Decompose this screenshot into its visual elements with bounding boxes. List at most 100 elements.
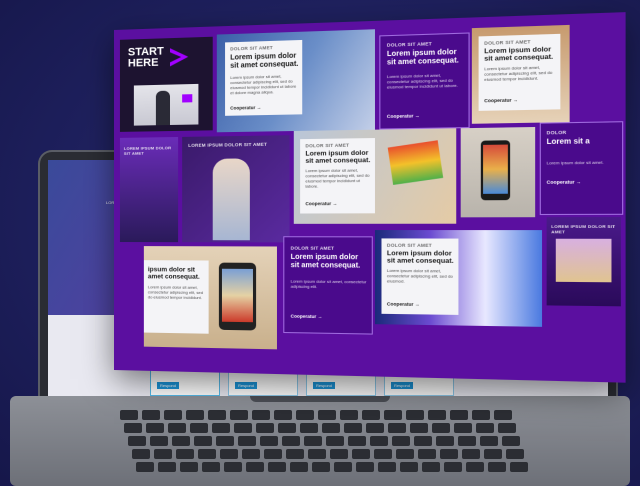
content-card[interactable]: DOLOR SIT AMET Lorem ipsum dolor sit ame…: [379, 32, 469, 129]
respond-button[interactable]: Respond: [391, 382, 413, 389]
keyboard-key: [428, 410, 446, 420]
keyboard-key: [190, 423, 208, 433]
card-title: Lorem ipsum dolor sit amet consequat.: [230, 52, 299, 70]
hero-photo-tile[interactable]: DOLOR SIT AMET Lorem ipsum dolor sit ame…: [217, 29, 375, 132]
keyboard-key: [164, 410, 182, 420]
tile-label: LOREM IPSUM DOLOR SIT AMET: [188, 142, 267, 148]
keyboard-key: [406, 410, 424, 420]
keyboard-key: [230, 410, 248, 420]
keyboard-key: [238, 436, 256, 446]
keyboard-key: [274, 410, 292, 420]
content-card[interactable]: DOLOR Lorem sit a Lorem ipsum dolor sit …: [540, 121, 623, 215]
banner-label: LOREM IPSUM DOLOR SIT AMET: [124, 145, 178, 156]
keyboard-key: [312, 462, 330, 472]
card-cta-link[interactable]: Cooperatur →: [291, 314, 323, 320]
keyboard-key: [370, 436, 388, 446]
card-cta-link[interactable]: Cooperatur →: [305, 201, 337, 206]
content-card[interactable]: DOLOR SIT AMET Lorem ipsum dolor sit ame…: [479, 34, 561, 111]
phone-game-tile[interactable]: ipsum dolor sit amet consequat. Lorem ip…: [144, 246, 277, 349]
keyboard-key: [176, 449, 194, 459]
keyboard-key: [436, 436, 454, 446]
tablet-image: [556, 239, 612, 283]
card-cta-link[interactable]: Cooperatur →: [547, 179, 582, 185]
keyboard-key: [146, 423, 164, 433]
card-cta-link[interactable]: Cooperatur →: [387, 113, 420, 119]
keyboard-key: [458, 436, 476, 446]
keyboard-key: [366, 423, 384, 433]
keyboard-key: [340, 410, 358, 420]
keyboard-key: [414, 436, 432, 446]
card-title: ipsum dolor sit amet consequat.: [148, 266, 207, 281]
start-here-line2: HERE: [128, 58, 159, 70]
banner-label: LOREM IPSUM DOLOR SIT AMET: [551, 224, 621, 235]
keyboard-key: [356, 462, 374, 472]
content-card[interactable]: DOLOR SIT AMET Lorem ipsum dolor sit ame…: [300, 138, 375, 213]
keyboard-key: [242, 449, 260, 459]
keyboard-key: [300, 423, 318, 433]
content-card[interactable]: DOLOR SIT AMET Lorem ipsum dolor sit ame…: [381, 238, 458, 314]
tablet-photo-tile[interactable]: DOLOR SIT AMET Lorem ipsum dolor sit ame…: [294, 128, 456, 224]
keyboard-key: [444, 462, 462, 472]
banner-tile[interactable]: LOREM IPSUM DOLOR SIT AMET: [120, 137, 178, 242]
keyboard-key: [286, 449, 304, 459]
keyboard-key: [308, 449, 326, 459]
keyboard-key: [502, 436, 520, 446]
card-cta-link[interactable]: Cooperatur →: [230, 105, 261, 111]
keyboard-key: [330, 449, 348, 459]
content-card[interactable]: DOLOR SIT AMET Lorem ipsum dolor sit ame…: [225, 40, 302, 116]
keyboard-key: [374, 449, 392, 459]
keyboard-key: [348, 436, 366, 446]
keyboard-key: [150, 436, 168, 446]
keyboard-key: [290, 462, 308, 472]
vr-photo-tile[interactable]: LOREM IPSUM DOLOR SIT AMET: [182, 135, 289, 242]
keyboard-key: [494, 410, 512, 420]
keyboard-key: [282, 436, 300, 446]
start-here-tile[interactable]: START HERE: [120, 37, 213, 132]
keyboard-key: [322, 423, 340, 433]
keyboard-key: [334, 462, 352, 472]
keyboard-key: [252, 410, 270, 420]
content-card[interactable]: ipsum dolor sit amet consequat. Lorem ip…: [144, 260, 209, 334]
keyboard-key: [154, 449, 172, 459]
keyboard-key: [256, 423, 274, 433]
chevron-logo-icon: [168, 46, 190, 69]
card-title: Lorem ipsum dolor sit amet consequat.: [305, 150, 371, 165]
keyboard-key: [422, 462, 440, 472]
keyboard-key: [476, 423, 494, 433]
card-body: Lorem ipsum dolor sit amet.: [547, 159, 619, 165]
card-title: Lorem ipsum dolor sit amet consequat.: [291, 254, 368, 271]
card-cta-link[interactable]: Cooperatur →: [484, 97, 518, 103]
content-card[interactable]: DOLOR SIT AMET Lorem ipsum dolor sit ame…: [283, 236, 373, 334]
floating-panel: START HERE DOLOR SIT AMET Lorem ipsum do…: [114, 12, 626, 383]
keyboard-key: [378, 462, 396, 472]
card-body: Lorem ipsum dolor sit amet, consectetur …: [484, 64, 557, 82]
card-body: Lorem ipsum dolor sit amet, consectetur …: [305, 167, 371, 188]
keyboard-key: [344, 423, 362, 433]
respond-button[interactable]: Respond: [235, 382, 257, 389]
keyboard-key: [198, 449, 216, 459]
keyboard-key: [418, 449, 436, 459]
keyboard-key: [132, 449, 150, 459]
phone-photo-tile[interactable]: [461, 127, 535, 217]
keyboard-key: [396, 449, 414, 459]
respond-button[interactable]: Respond: [157, 382, 179, 389]
respond-button[interactable]: Respond: [313, 382, 335, 389]
keyboard-key: [400, 462, 418, 472]
card-title: Lorem ipsum dolor sit amet consequat.: [387, 49, 464, 68]
card-cta-link[interactable]: Cooperatur →: [387, 301, 420, 307]
keyboard-key: [128, 436, 146, 446]
phone-image: [219, 263, 256, 331]
card-label: DOLOR SIT AMET: [387, 243, 432, 248]
keyboard-key: [264, 449, 282, 459]
keyboard-key: [352, 449, 370, 459]
card-label: DOLOR SIT AMET: [291, 246, 335, 251]
keyboard-key: [462, 449, 480, 459]
light-trails-tile[interactable]: DOLOR SIT AMET Lorem ipsum dolor sit ame…: [375, 230, 542, 327]
keyboard-key: [168, 423, 186, 433]
card-body: Lorem ipsum dolor sit amet, consectetur …: [387, 268, 455, 284]
keyboard: [120, 410, 540, 480]
keyboard-key: [212, 423, 230, 433]
presenter-photo: [134, 84, 199, 126]
photo-tile[interactable]: DOLOR SIT AMET Lorem ipsum dolor sit ame…: [472, 25, 570, 124]
tablet-banner-tile[interactable]: LOREM IPSUM DOLOR SIT AMET: [547, 217, 621, 306]
